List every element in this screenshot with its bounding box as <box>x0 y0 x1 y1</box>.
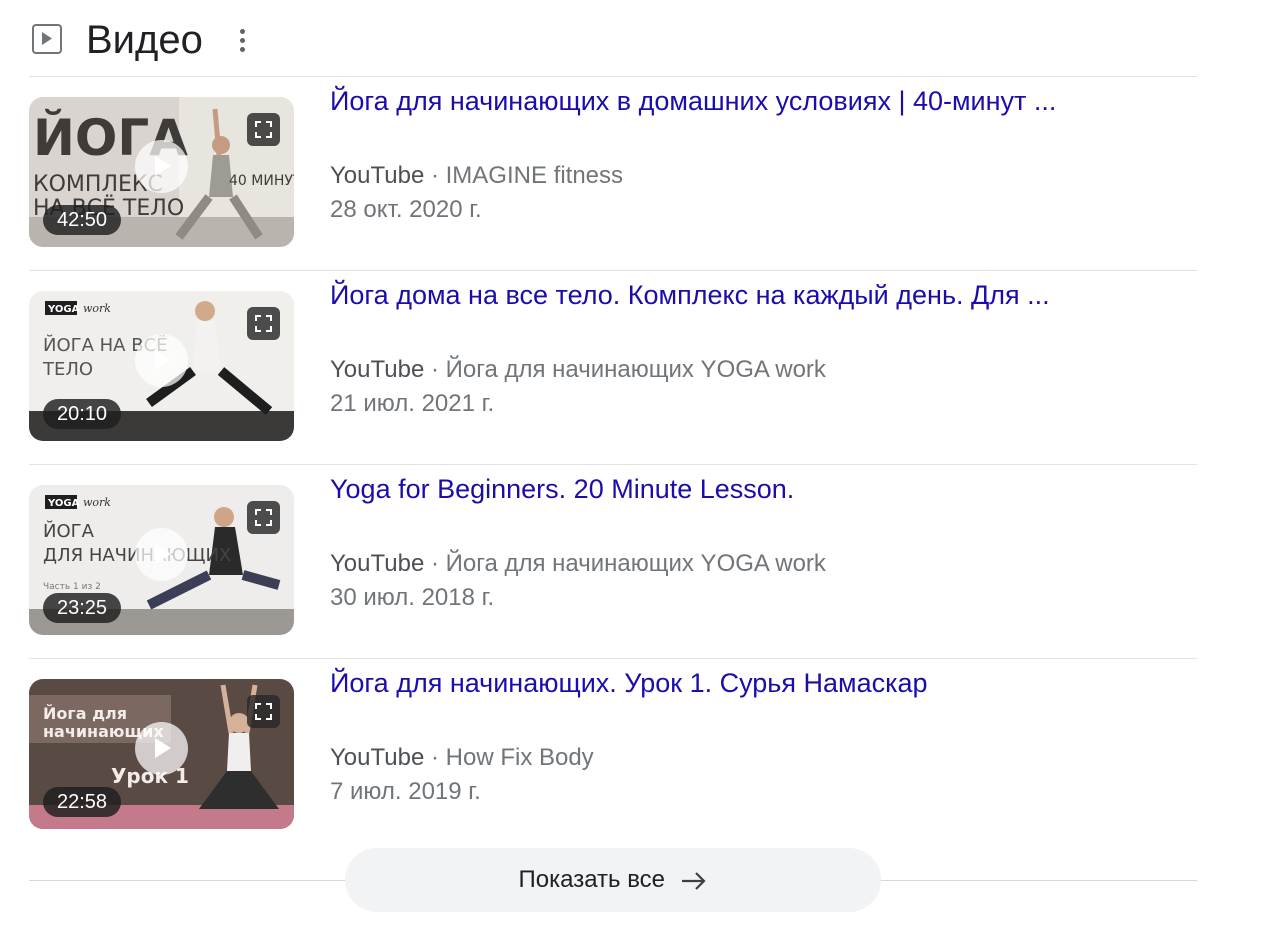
play-icon[interactable] <box>135 528 188 581</box>
expand-icon[interactable] <box>247 501 280 534</box>
arrow-right-icon <box>682 871 707 890</box>
svg-text:YOGA: YOGA <box>47 498 80 509</box>
video-date: 28 окт. 2020 г. <box>330 196 482 223</box>
video-duration: 20:10 <box>43 399 122 429</box>
video-title-link[interactable]: Йога для начинающих в домашних условиях … <box>330 84 1056 118</box>
play-icon[interactable] <box>135 140 188 193</box>
video-date: 7 июл. 2019 г. <box>330 778 481 805</box>
svg-text:work: work <box>83 302 111 315</box>
video-date: 30 июл. 2018 г. <box>330 584 495 611</box>
video-channel: How Fix Body <box>445 744 594 771</box>
expand-icon[interactable] <box>247 113 280 146</box>
video-source: YouTube <box>330 162 425 189</box>
play-icon[interactable] <box>135 722 188 775</box>
video-duration: 42:50 <box>43 205 122 235</box>
video-section: Видео ЙОГА КОМПЛЕКС НА ВСЁ ТЕЛО 40 МИНУТ… <box>29 0 1197 852</box>
video-title-link[interactable]: Yoga for Beginners. 20 Minute Lesson. <box>330 472 794 506</box>
video-meta: YouTube · Йога для начинающих YOGA work <box>330 550 826 577</box>
video-date: 21 июл. 2021 г. <box>330 390 495 417</box>
video-thumbnail[interactable]: YOGA work ЙОГА НА ВСЁ ТЕЛО 20:10 <box>29 291 294 441</box>
video-thumbnail[interactable]: YOGA work ЙОГА ДЛЯ НАЧИНАЮЩИХ Часть 1 из… <box>29 485 294 635</box>
expand-icon[interactable] <box>247 695 280 728</box>
video-channel: Йога для начинающих YOGA work <box>445 550 826 577</box>
video-meta: YouTube · Йога для начинающих YOGA work <box>330 356 826 383</box>
more-vert-icon[interactable] <box>229 22 255 58</box>
svg-text:ТЕЛО: ТЕЛО <box>42 359 93 380</box>
video-source: YouTube <box>330 356 425 383</box>
video-item[interactable]: ЙОГА КОМПЛЕКС НА ВСЁ ТЕЛО 40 МИНУТ 42:50… <box>29 77 1197 271</box>
svg-text:work: work <box>83 496 111 509</box>
video-meta: YouTube · IMAGINE fitness <box>330 162 624 189</box>
section-header: Видео <box>29 0 1197 77</box>
section-title: Видео <box>86 18 203 62</box>
video-item[interactable]: YOGA work ЙОГА НА ВСЁ ТЕЛО 20:10 Йога до… <box>29 271 1197 465</box>
video-channel: IMAGINE fitness <box>445 162 624 189</box>
video-thumbnail[interactable]: ЙОГА КОМПЛЕКС НА ВСЁ ТЕЛО 40 МИНУТ 42:50 <box>29 97 294 247</box>
video-title-link[interactable]: Йога дома на все тело. Комплекс на кажды… <box>330 278 1050 312</box>
video-thumbnail[interactable]: Йога для начинающих Урок 1 22:58 <box>29 679 294 829</box>
video-meta: YouTube · How Fix Body <box>330 744 594 771</box>
video-title-link[interactable]: Йога для начинающих. Урок 1. Сурья Намас… <box>330 666 928 700</box>
video-duration: 23:25 <box>43 593 122 623</box>
show-all-button[interactable]: Показать все <box>345 848 881 912</box>
expand-icon[interactable] <box>247 307 280 340</box>
svg-text:Часть 1 из 2: Часть 1 из 2 <box>43 582 101 592</box>
show-all-label: Показать все <box>518 866 666 893</box>
svg-text:40 МИНУТ: 40 МИНУТ <box>229 173 294 189</box>
video-item[interactable]: YOGA work ЙОГА ДЛЯ НАЧИНАЮЩИХ Часть 1 из… <box>29 465 1197 659</box>
video-duration: 22:58 <box>43 787 122 817</box>
video-item[interactable]: Йога для начинающих Урок 1 22:58 Йога дл… <box>29 659 1197 852</box>
svg-text:ЙОГА: ЙОГА <box>43 520 95 542</box>
svg-text:YOGA: YOGA <box>47 304 80 315</box>
section-footer: Показать все <box>29 848 1197 912</box>
video-channel: Йога для начинающих YOGA work <box>445 356 826 383</box>
play-icon[interactable] <box>135 334 188 387</box>
video-source: YouTube <box>330 744 425 771</box>
video-play-icon <box>32 24 62 54</box>
svg-text:Йога для: Йога для <box>43 704 127 723</box>
video-source: YouTube <box>330 550 425 577</box>
